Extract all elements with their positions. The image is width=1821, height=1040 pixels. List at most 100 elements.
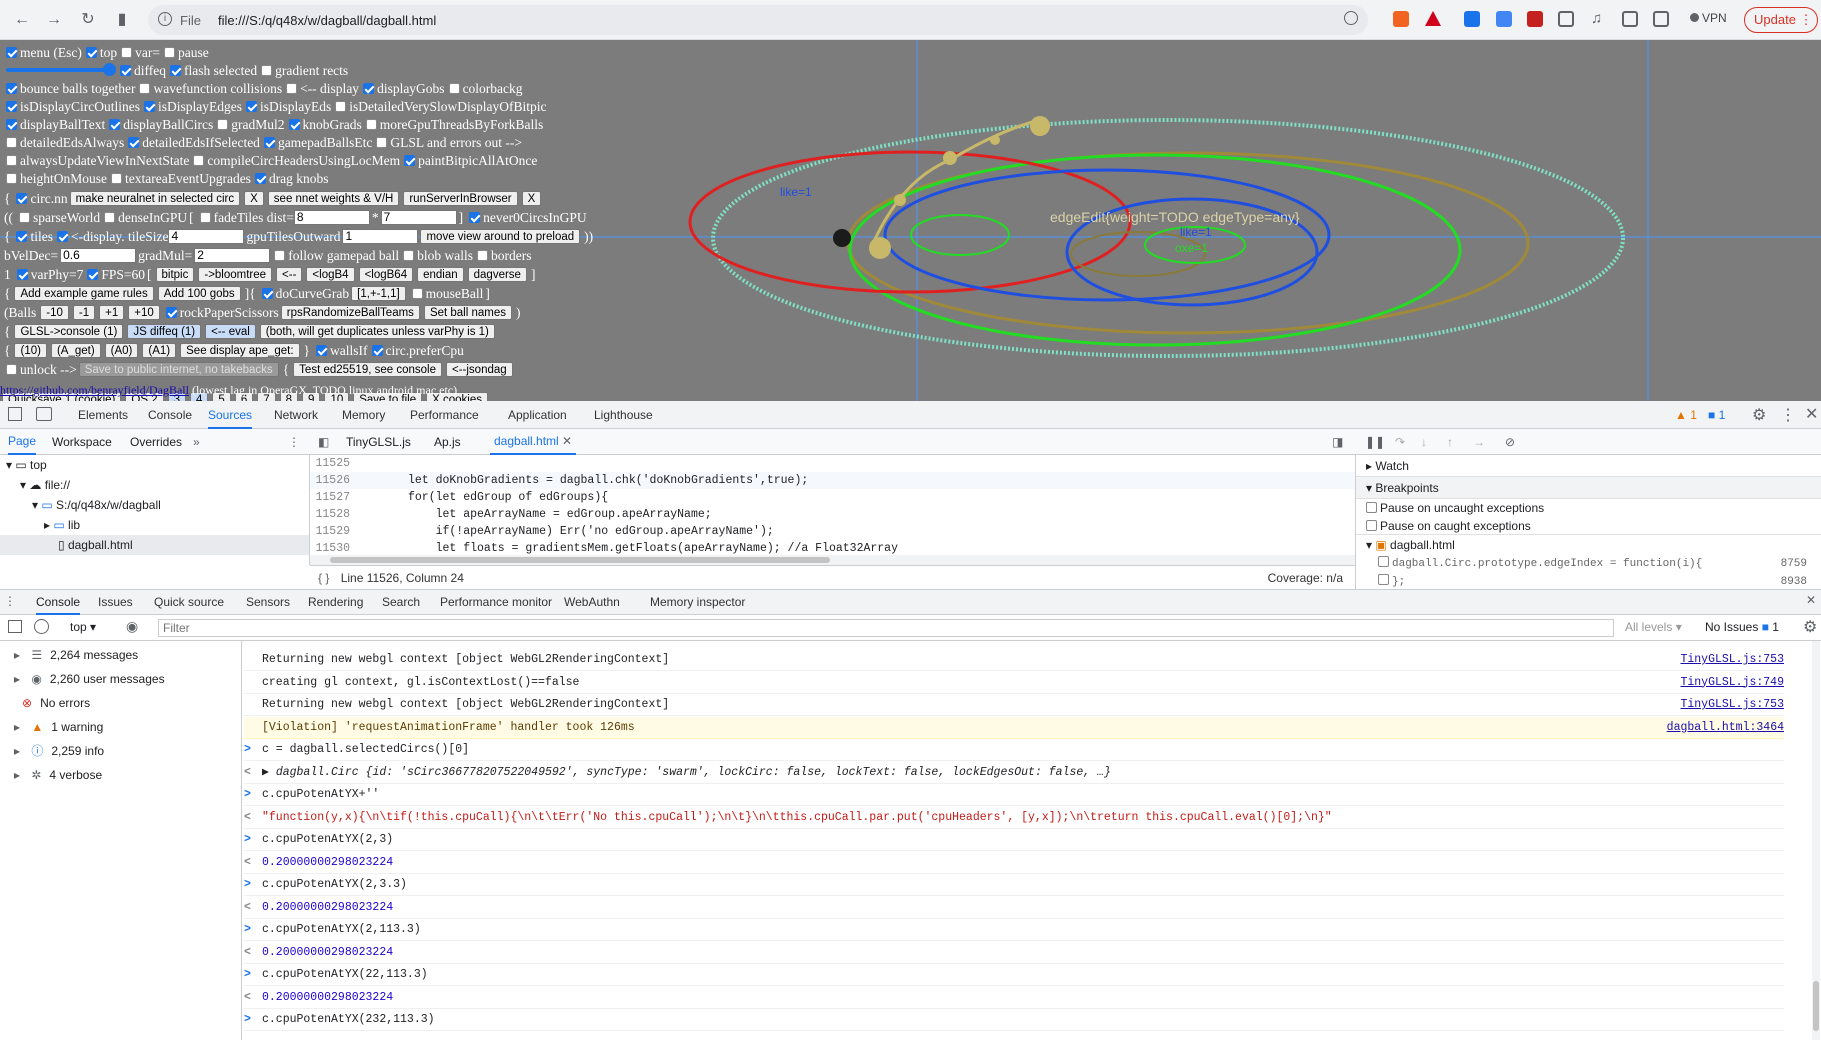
checkbox[interactable] [404, 155, 416, 166]
checkbox[interactable] [448, 83, 460, 94]
sidebar-toggle-icon[interactable] [8, 620, 22, 633]
settings-icon[interactable]: ⚙ [1752, 405, 1766, 425]
checkbox[interactable] [104, 212, 116, 223]
button-set-ball-names[interactable]: Set ball names [423, 305, 513, 320]
nav-tab-overrides[interactable]: Overrides [130, 429, 182, 455]
option-pause[interactable]: pause [160, 45, 209, 60]
button-1-1-1[interactable]: [1,+-1,1] [351, 286, 406, 301]
button-logb64[interactable]: <logB64 [358, 267, 414, 282]
option-displayballcircs[interactable]: displayBallCircs [105, 117, 213, 132]
drawer-tab-console[interactable]: Console [36, 590, 81, 615]
console-message[interactable]: Returning new webgl context [object WebG… [244, 694, 1784, 716]
console-settings-icon[interactable]: ⚙ [1803, 617, 1817, 637]
drawer-tab-rendering[interactable]: Rendering [308, 590, 363, 615]
button-1[interactable]: +1 [99, 305, 125, 320]
option-knobgrads[interactable]: knobGrads [285, 117, 362, 132]
address-bar[interactable]: i File file:///S:/q/q48x/w/dagball/dagba… [148, 5, 1368, 35]
checkbox[interactable] [144, 101, 155, 112]
option-gamepadballsetc[interactable]: gamepadBallsEtc [260, 135, 372, 150]
checkbox[interactable] [274, 250, 286, 261]
line-number[interactable]: 11529 [310, 523, 350, 540]
option-fadetiles-dist[interactable]: fadeTiles dist= [196, 210, 294, 225]
code-line[interactable]: 11530 let floats = gradientsMem.getFloat… [310, 540, 1355, 555]
breakpoint-checkbox[interactable] [1378, 556, 1389, 567]
button-1[interactable]: -1 [72, 305, 96, 320]
checkbox[interactable] [288, 119, 300, 130]
close-tab-icon[interactable]: ✕ [559, 434, 572, 448]
breakpoint-file[interactable]: ▾ ▣ dagball.html [1356, 535, 1821, 555]
option-detailededsalways[interactable]: detailedEdsAlways [2, 135, 124, 150]
clear-console-icon[interactable] [34, 619, 49, 634]
drawer-tab-issues[interactable]: Issues [98, 590, 133, 615]
nav-tab-workspace[interactable]: Workspace [52, 429, 112, 455]
option-drag-knobs[interactable]: drag knobs [251, 171, 329, 186]
option-fps-60[interactable]: FPS=60 [83, 267, 145, 282]
tab-elements[interactable]: Elements [78, 401, 128, 429]
console-message[interactable]: > c.cpuPotenAtYX(232,113.3) [244, 1009, 1784, 1031]
checkbox[interactable] [286, 83, 298, 94]
forward-icon[interactable]: → [42, 8, 66, 32]
more-icon[interactable]: ⋮ [1780, 405, 1796, 425]
message-source-link[interactable]: TinyGLSL.js:753 [1680, 649, 1784, 670]
option-circ-prefercpu[interactable]: circ.preferCpu [368, 343, 464, 358]
info-icon[interactable]: i [158, 12, 172, 26]
checkbox[interactable] [363, 83, 375, 94]
eye-icon[interactable]: ◉ [126, 618, 138, 635]
option-isdisplayeds[interactable]: isDisplayEds [242, 99, 331, 114]
console-message[interactable]: creating gl context, gl.isContextLost()=… [244, 672, 1784, 694]
code-line[interactable]: 11527 for(let edGroup of edGroups){ [310, 489, 1355, 506]
console-message[interactable]: > c.cpuPotenAtYX(22,113.3) [244, 964, 1784, 986]
option-wavefunction-collisions[interactable]: wavefunction collisions [135, 81, 282, 96]
inspect-icon[interactable] [8, 407, 22, 421]
console-message[interactable]: <0.20000000298023224 [244, 942, 1784, 964]
option-textareaeventupgrades[interactable]: textareaEventUpgrades [107, 171, 251, 186]
button-dagverse[interactable]: dagverse [467, 267, 527, 282]
line-number[interactable]: 11525 [310, 455, 350, 472]
option-blob-walls[interactable]: blob walls [399, 248, 473, 263]
issues-button[interactable]: No Issues ■ 1 [1705, 620, 1779, 634]
button-x[interactable]: X [244, 191, 264, 206]
console-message[interactable]: [Violation] 'requestAnimationFrame' hand… [244, 716, 1784, 739]
checkbox[interactable] [6, 173, 17, 184]
line-number[interactable]: 11528 [310, 506, 350, 523]
checkbox[interactable] [6, 47, 17, 58]
button-item[interactable]: <-- [276, 267, 303, 282]
option-diffeq[interactable]: diffeq [116, 63, 166, 78]
console-message[interactable]: > c.cpuPotenAtYX(2,3.3) [244, 874, 1784, 896]
levels-select[interactable]: All levels ▾ [1625, 620, 1682, 634]
option-var[interactable]: var= [117, 45, 160, 60]
message-counter[interactable]: ■ 1 [1708, 408, 1725, 422]
github-link[interactable]: https://github.com/benrayfield/DagBall [0, 383, 189, 397]
pause-caught-option[interactable]: Pause on caught exceptions [1356, 517, 1821, 535]
nav-tab-page[interactable]: Page [8, 429, 37, 455]
checkbox[interactable] [365, 119, 377, 130]
tree-origin[interactable]: ▾ ☁ file:// [0, 475, 309, 495]
tab-lighthouse[interactable]: Lighthouse [594, 401, 653, 429]
option-unlock[interactable]: unlock --> [2, 362, 77, 377]
option-compilecircheadersusinglocmem[interactable]: compileCircHeadersUsingLocMem [189, 153, 400, 168]
checkbox[interactable] [16, 231, 28, 242]
checkbox[interactable] [477, 250, 489, 261]
file-tab-dagball-html[interactable]: dagball.html ✕ [490, 429, 577, 455]
code-line[interactable]: 11528 let apeArrayName = edGroup.apeArra… [310, 506, 1355, 523]
drawer-tab-memory-inspector[interactable]: Memory inspector [650, 590, 745, 615]
code-line[interactable]: 11529 if(!apeArrayName) Err('no edGroup.… [310, 523, 1355, 540]
close-drawer-icon[interactable]: ✕ [1806, 593, 1816, 607]
button-runserverinbrowser[interactable]: runServerInBrowser [403, 191, 518, 206]
option-moregputhreadsbyforkballs[interactable]: moreGpuThreadsByForkBalls [362, 117, 543, 132]
checkbox[interactable] [56, 231, 68, 242]
close-devtools-icon[interactable]: ✕ [1805, 404, 1818, 424]
button-a-get[interactable]: (A_get) [50, 343, 101, 358]
option-detailededsifselected[interactable]: detailedEdsIfSelected [124, 135, 260, 150]
option-alwaysupdateviewinnextstate[interactable]: alwaysUpdateViewInNextState [2, 153, 189, 168]
checkbox[interactable] [16, 269, 28, 280]
checkbox[interactable] [109, 119, 121, 130]
button-add-100-gobs[interactable]: Add 100 gobs [157, 286, 241, 301]
toggle-navigator-icon[interactable]: ◧ [318, 429, 329, 455]
console-scrollbar[interactable] [1812, 641, 1820, 1040]
reload-icon[interactable]: ↻ [76, 8, 100, 32]
step-icon[interactable]: → [1473, 429, 1485, 455]
option-displaygobs[interactable]: displayGobs [359, 81, 445, 96]
button-save-to-public-internet-no-takebacks[interactable]: Save to public internet, no takebacks [78, 362, 279, 377]
checkbox[interactable] [199, 212, 211, 223]
